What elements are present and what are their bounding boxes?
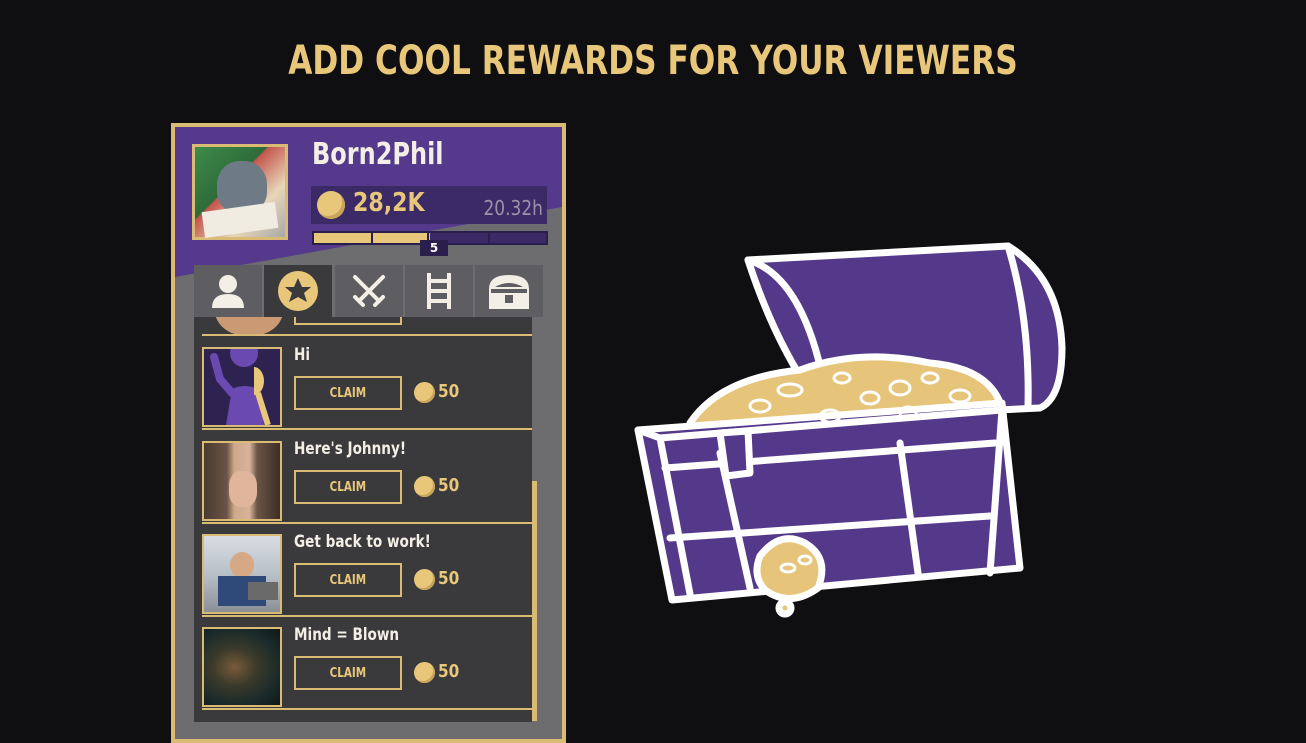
office-laptop — [248, 582, 278, 600]
reward-cost: 50 — [438, 568, 460, 589]
reward-cost: 50 — [438, 475, 460, 496]
reward-name: Here's Johnny! — [294, 439, 407, 459]
row-divider — [202, 708, 532, 710]
tab-leaderboard[interactable] — [405, 265, 473, 317]
avatar[interactable] — [192, 144, 288, 240]
tab-chest[interactable] — [475, 265, 543, 317]
coin-icon — [414, 662, 435, 683]
reward-thumb — [202, 534, 282, 614]
coin-icon — [317, 191, 345, 219]
crossed-swords-icon — [353, 275, 385, 307]
claim-button[interactable]: CLAIM — [294, 563, 402, 597]
level-tick — [371, 233, 373, 243]
waving-figure-icon — [210, 349, 271, 425]
row-divider — [202, 428, 532, 430]
tab-profile[interactable] — [194, 265, 262, 317]
reward-thumb — [202, 347, 282, 427]
reward-thumb — [202, 627, 282, 707]
partial-reward-item — [194, 317, 532, 345]
ladder-icon — [427, 273, 451, 309]
office-face — [230, 552, 254, 578]
star-icon — [278, 271, 318, 311]
coin-icon — [414, 382, 435, 403]
level-tick — [488, 233, 490, 243]
partial-claim-button — [294, 317, 402, 325]
reward-name: Mind = Blown — [294, 625, 400, 645]
coin-icon — [414, 569, 435, 590]
avatar-newspaper — [201, 201, 279, 239]
coin-balance: 28,2K 20.32h — [311, 186, 547, 224]
reward-name: Hi — [294, 345, 311, 365]
row-divider — [202, 522, 532, 524]
partial-thumb — [214, 317, 284, 335]
scrollbar[interactable] — [532, 481, 537, 721]
claim-button[interactable]: CLAIM — [294, 376, 402, 410]
treasure-chest-illustration — [634, 242, 1066, 618]
coin-value: 28,2K — [353, 188, 425, 218]
rewards-widget: Born2Phil 28,2K 20.32h 5 Hi CLAIM 50 Her… — [171, 123, 566, 743]
tab-battles[interactable] — [335, 265, 403, 317]
user-icon — [212, 275, 244, 308]
reward-item: Get back to work! CLAIM 50 — [194, 532, 532, 624]
reward-thumb — [202, 441, 282, 521]
tab-rewards[interactable] — [264, 265, 332, 317]
coin-icon — [414, 476, 435, 497]
row-divider — [202, 615, 532, 617]
reward-name: Get back to work! — [294, 532, 431, 552]
reward-item: Hi CLAIM 50 — [194, 345, 532, 437]
reward-list[interactable]: Hi CLAIM 50 Here's Johnny! CLAIM 50 Get … — [194, 317, 532, 722]
level-badge: 5 — [420, 240, 448, 256]
reward-cost: 50 — [438, 661, 460, 682]
reward-cost: 50 — [438, 381, 460, 402]
claim-button[interactable]: CLAIM — [294, 656, 402, 690]
watch-time: 20.32h — [483, 196, 543, 220]
reward-item: Here's Johnny! CLAIM 50 — [194, 439, 532, 531]
johnny-face — [229, 471, 257, 507]
row-divider — [202, 334, 532, 336]
reward-item: Mind = Blown CLAIM 50 — [194, 625, 532, 717]
chest-icon — [489, 275, 529, 309]
claim-button[interactable]: CLAIM — [294, 470, 402, 504]
username: Born2Phil — [312, 137, 444, 172]
headline: ADD COOL REWARDS FOR YOUR VIEWERS — [288, 38, 1018, 84]
